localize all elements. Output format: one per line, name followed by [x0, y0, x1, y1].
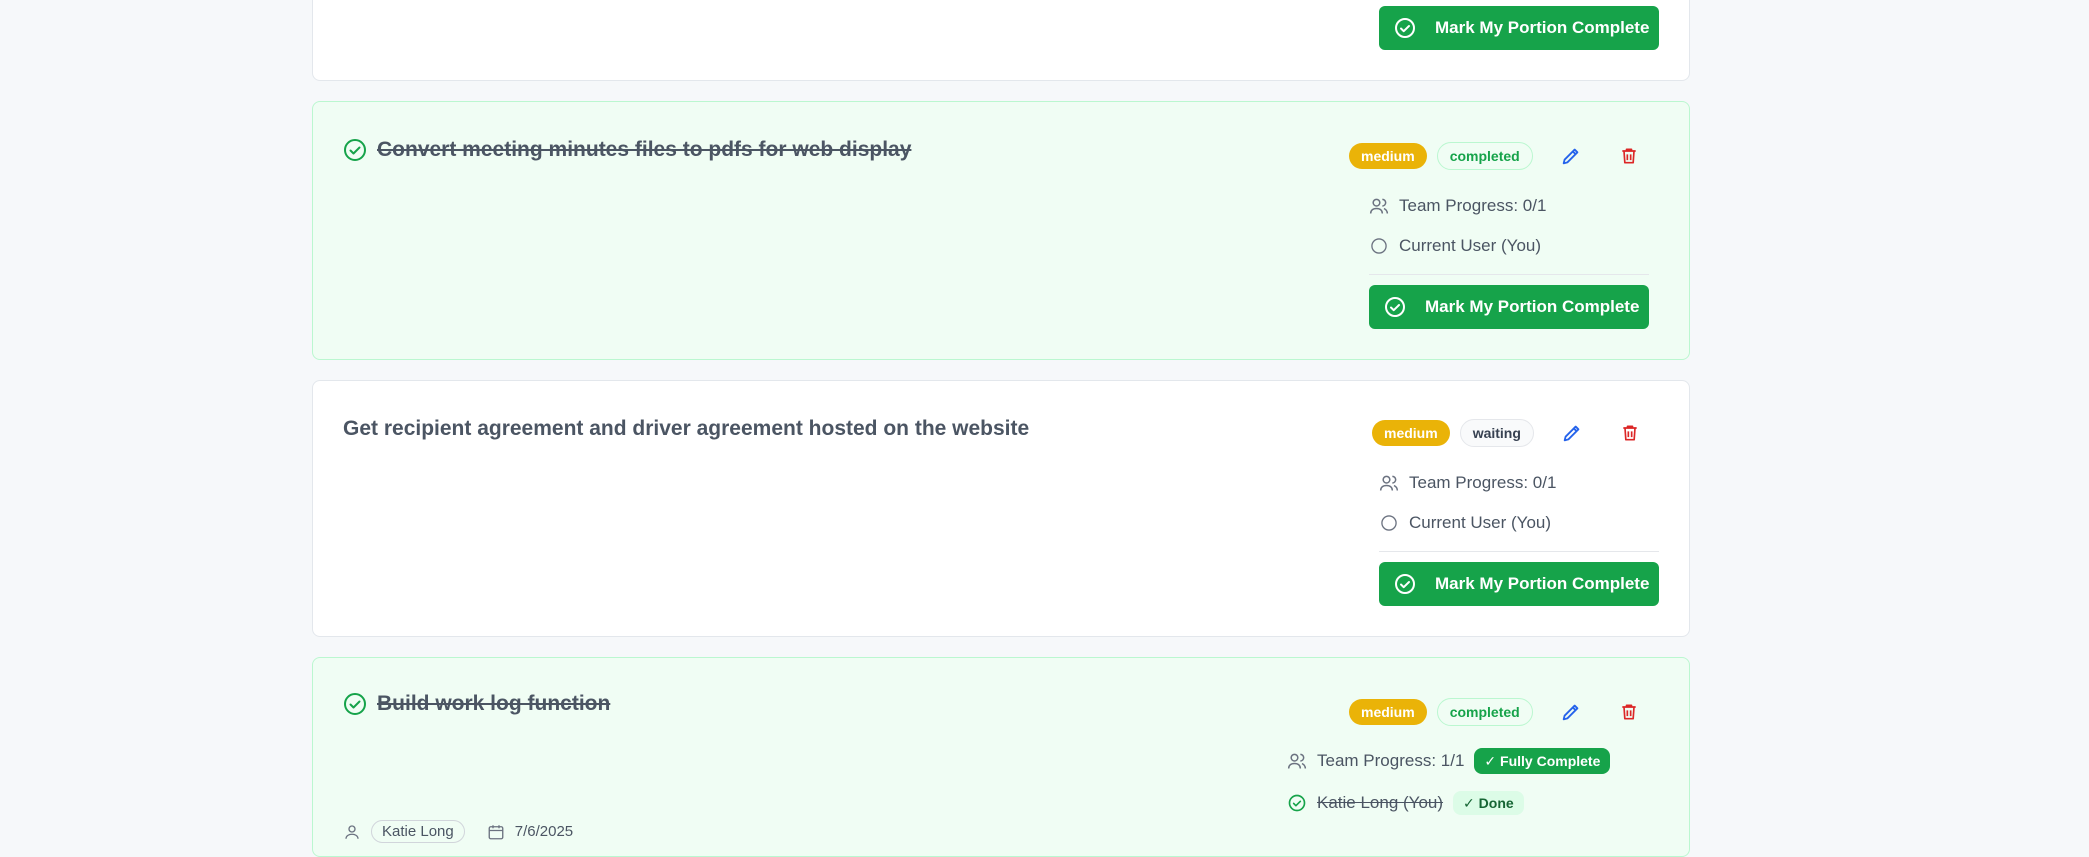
delete-icon[interactable]	[1618, 421, 1642, 445]
users-icon	[1369, 198, 1389, 214]
users-icon	[1287, 753, 1307, 769]
task-card: Mark My Portion Complete	[312, 0, 1690, 81]
team-progress: Team Progress: 0/1	[1409, 473, 1557, 492]
edit-icon[interactable]	[1559, 144, 1583, 168]
priority-badge: medium	[1349, 143, 1427, 169]
circle-icon[interactable]	[1379, 513, 1399, 533]
due-date: 7/6/2025	[514, 823, 574, 840]
check-circle-icon	[1395, 574, 1415, 594]
check-circle-icon	[344, 139, 366, 161]
team-progress: Team Progress: 0/1	[1399, 196, 1547, 215]
fully-complete-badge: ✓ Fully Complete	[1474, 748, 1611, 774]
assignee-chip: Katie Long	[371, 820, 465, 843]
mark-portion-complete-button[interactable]: Mark My Portion Complete	[1369, 285, 1649, 329]
priority-badge: medium	[1349, 699, 1427, 725]
status-badge: completed	[1436, 142, 1533, 170]
check-circle-icon	[1385, 297, 1405, 317]
task-card: Convert meeting minutes files to pdfs fo…	[312, 101, 1690, 360]
divider	[1379, 551, 1659, 552]
member-name: Current User (You)	[1399, 236, 1542, 255]
check-circle-icon	[1288, 794, 1306, 812]
users-icon	[1379, 475, 1399, 491]
task-title-text: Build work log function	[377, 692, 611, 715]
divider	[1369, 274, 1649, 275]
user-icon	[345, 824, 359, 839]
task-title: Build work log function	[343, 692, 610, 716]
task-title-text: Convert meeting minutes files to pdfs fo…	[377, 138, 912, 161]
delete-icon[interactable]	[1617, 700, 1641, 724]
status-badge: waiting	[1459, 419, 1534, 447]
task-card: Build work log function medium completed…	[312, 657, 1690, 857]
member-name: Katie Long (You)	[1317, 793, 1444, 812]
circle-icon[interactable]	[1369, 236, 1389, 256]
button-label: Mark My Portion Complete	[1425, 297, 1640, 316]
member-name: Current User (You)	[1409, 513, 1552, 532]
done-badge: ✓ Done	[1453, 791, 1524, 815]
check-circle-icon	[1395, 18, 1415, 38]
status-badge: completed	[1436, 698, 1533, 726]
calendar-icon	[488, 824, 504, 839]
check-circle-icon	[344, 693, 366, 715]
priority-badge: medium	[1372, 420, 1450, 446]
task-title-text: Get recipient agreement and driver agree…	[343, 417, 1030, 440]
button-label: Mark My Portion Complete	[1435, 574, 1650, 593]
team-progress: Team Progress: 1/1	[1317, 751, 1465, 770]
delete-icon[interactable]	[1617, 144, 1641, 168]
button-label: Mark My Portion Complete	[1435, 18, 1650, 37]
mark-portion-complete-button[interactable]: Mark My Portion Complete	[1379, 6, 1659, 50]
edit-icon[interactable]	[1559, 700, 1583, 724]
task-title: Get recipient agreement and driver agree…	[343, 417, 1029, 441]
mark-portion-complete-button[interactable]: Mark My Portion Complete	[1379, 562, 1659, 606]
task-card: Get recipient agreement and driver agree…	[312, 380, 1690, 637]
edit-icon[interactable]	[1560, 421, 1584, 445]
task-title: Convert meeting minutes files to pdfs fo…	[343, 138, 911, 162]
